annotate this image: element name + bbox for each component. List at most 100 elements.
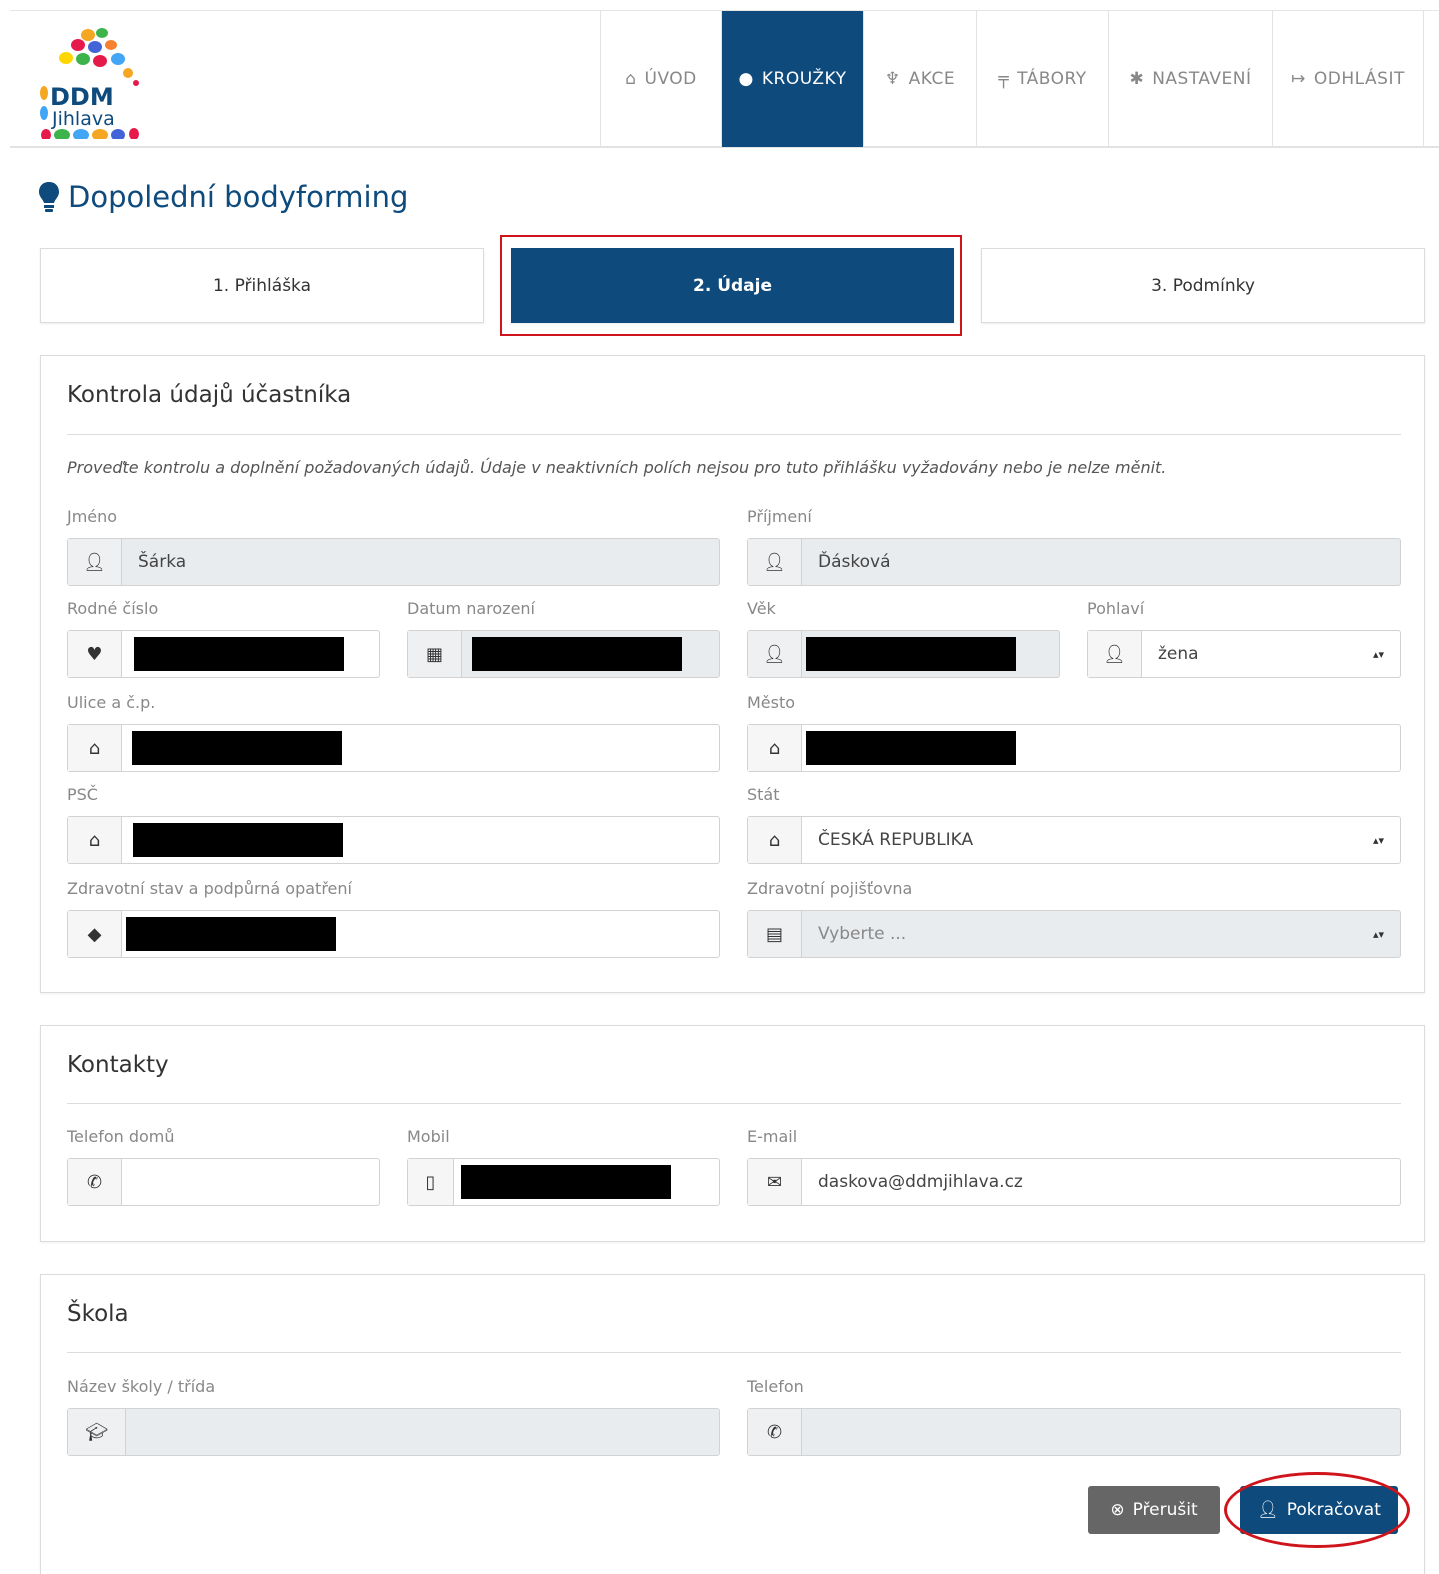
select-caret-icon: ▴▾ — [1372, 833, 1384, 847]
step-3-label: 3. Podmínky — [1151, 275, 1255, 296]
logo-text-ddm: DDM — [50, 83, 114, 111]
nav-tabory[interactable]: ╤ TÁBORY — [976, 11, 1108, 147]
redacted-value — [126, 917, 336, 951]
user-icon: 👤︎ — [748, 631, 802, 677]
page-title-text: Dopolední bodyforming — [68, 180, 409, 214]
birth-date-field[interactable]: ▦ — [407, 630, 720, 678]
school-phone-value — [802, 1409, 1400, 1455]
nav-krouzky-label: KROUŽKY — [761, 69, 847, 89]
home-icon: ⌂ — [68, 817, 122, 863]
select-caret-icon: ▴▾ — [1372, 647, 1384, 661]
school-phone-field[interactable]: ✆ — [747, 1408, 1401, 1456]
zip-field[interactable]: ⌂ — [67, 816, 720, 864]
school-name-label: Název školy / třída — [67, 1377, 216, 1396]
cancel-button-label: Přerušit — [1132, 1500, 1198, 1520]
contacts-panel: Kontakty Telefon domů ✆ Mobil ▯ E-mail ✉… — [40, 1025, 1425, 1242]
nav-nastaveni[interactable]: ✱ NASTAVENÍ — [1108, 11, 1272, 147]
home-icon: ⌂ — [748, 725, 802, 771]
street-field[interactable]: ⌂ — [67, 724, 720, 772]
school-name-field[interactable]: 🎓︎ — [67, 1408, 720, 1456]
last-name-value: Ďásková — [818, 552, 891, 572]
redacted-value — [134, 637, 344, 671]
insurance-select[interactable]: ▤ Vyberte ... ▴▾ — [747, 910, 1401, 958]
insurance-label: Zdravotní pojišťovna — [747, 879, 913, 898]
graduation-cap-icon: 🎓︎ — [68, 1409, 126, 1455]
heart-icon: ♥ — [68, 631, 122, 677]
school-name-value — [126, 1409, 719, 1455]
nav-akce-label: AKCE — [908, 69, 956, 89]
gear-icon: ✱ — [1129, 69, 1145, 89]
participant-panel-title: Kontrola údajů účastníka — [67, 382, 352, 408]
last-name-field[interactable]: 👤︎ Ďásková — [747, 538, 1401, 586]
nav-krouzky[interactable]: ● KROUŽKY — [721, 11, 863, 147]
birth-number-label: Rodné číslo — [67, 599, 159, 618]
health-field[interactable]: ◆ — [67, 910, 720, 958]
step-3-podminky[interactable]: 3. Podmínky — [981, 248, 1425, 323]
health-label: Zdravotní stav a podpůrná opatření — [67, 879, 352, 898]
tag-icon: ◆ — [68, 911, 122, 957]
continue-highlight-annotation — [1224, 1472, 1410, 1548]
first-name-value: Šárka — [138, 552, 187, 572]
age-label: Věk — [747, 599, 776, 618]
user-icon: 👤︎ — [68, 539, 122, 585]
redacted-value — [472, 637, 682, 671]
school-panel-title: Škola — [67, 1301, 129, 1327]
age-field[interactable]: 👤︎ — [747, 630, 1060, 678]
first-name-field[interactable]: 👤︎ Šárka — [67, 538, 720, 586]
nav-nastaveni-label: NASTAVENÍ — [1152, 69, 1252, 89]
logo-text-jihlava: Jihlava — [51, 108, 115, 130]
insurance-value: Vyberte ... — [818, 924, 907, 944]
redacted-value — [806, 731, 1016, 765]
home-icon: ⌂ — [625, 69, 637, 89]
email-value: daskova@ddmjihlava.cz — [818, 1172, 1023, 1192]
zip-label: PSČ — [67, 785, 98, 804]
mobile-field[interactable]: ▯ — [407, 1158, 720, 1206]
last-name-label: Příjmení — [747, 507, 812, 526]
mobile-icon: ▯ — [408, 1159, 454, 1205]
birth-number-field[interactable]: ♥ — [67, 630, 380, 678]
birth-date-label: Datum narození — [407, 599, 535, 618]
redacted-value — [132, 731, 342, 765]
page-title: Dopolední bodyforming — [38, 180, 408, 214]
divider — [67, 1352, 1401, 1353]
bulb-icon: ● — [738, 69, 754, 89]
ddm-jihlava-logo[interactable]: DDM Jihlava — [38, 21, 148, 141]
trophy-icon: ♆ — [884, 69, 901, 89]
email-label: E-mail — [747, 1127, 798, 1146]
email-field[interactable]: ✉ daskova@ddmjihlava.cz — [747, 1158, 1401, 1206]
redacted-value — [806, 637, 1016, 671]
street-label: Ulice a č.p. — [67, 693, 156, 712]
first-name-label: Jméno — [67, 507, 118, 526]
country-value: ČESKÁ REPUBLIKA — [818, 830, 974, 850]
nav-uvod[interactable]: ⌂ ÚVOD — [600, 11, 721, 147]
logout-icon: ↦ — [1291, 69, 1306, 89]
contacts-panel-title: Kontakty — [67, 1052, 169, 1078]
city-label: Město — [747, 693, 796, 712]
divider — [67, 1103, 1401, 1104]
bulb-icon — [39, 182, 59, 212]
step-1-prihlaska[interactable]: 1. Přihláška — [40, 248, 484, 323]
nav-odhlasit[interactable]: ↦ ODHLÁSIT — [1272, 11, 1424, 147]
gender-select[interactable]: 👤︎ žena ▴▾ — [1087, 630, 1401, 678]
id-card-icon: ▤ — [748, 911, 802, 957]
nav-akce[interactable]: ♆ AKCE — [863, 11, 976, 147]
home-icon: ⌂ — [748, 817, 802, 863]
phone-icon: ✆ — [748, 1409, 802, 1455]
main-nav: ⌂ ÚVOD ● KROUŽKY ♆ AKCE ╤ TÁBORY ✱ NASTA… — [600, 11, 1424, 147]
cancel-button[interactable]: ⊗ Přerušit — [1088, 1486, 1220, 1534]
step-highlight-annotation — [500, 235, 962, 336]
home-icon: ⌂ — [68, 725, 122, 771]
country-select[interactable]: ⌂ ČESKÁ REPUBLIKA ▴▾ — [747, 816, 1401, 864]
city-field[interactable]: ⌂ — [747, 724, 1401, 772]
close-circle-icon: ⊗ — [1110, 1500, 1125, 1520]
user-icon: 👤︎ — [1088, 631, 1142, 677]
participant-note: Proveďte kontrolu a doplnění požadovanýc… — [67, 458, 1167, 477]
envelope-icon: ✉ — [748, 1159, 802, 1205]
home-phone-field[interactable]: ✆ — [67, 1158, 380, 1206]
country-label: Stát — [747, 785, 780, 804]
mobile-label: Mobil — [407, 1127, 450, 1146]
nav-tabory-label: TÁBORY — [1017, 69, 1087, 89]
gender-value: žena — [1158, 644, 1199, 664]
home-phone-value — [122, 1159, 379, 1205]
phone-icon: ✆ — [68, 1159, 122, 1205]
